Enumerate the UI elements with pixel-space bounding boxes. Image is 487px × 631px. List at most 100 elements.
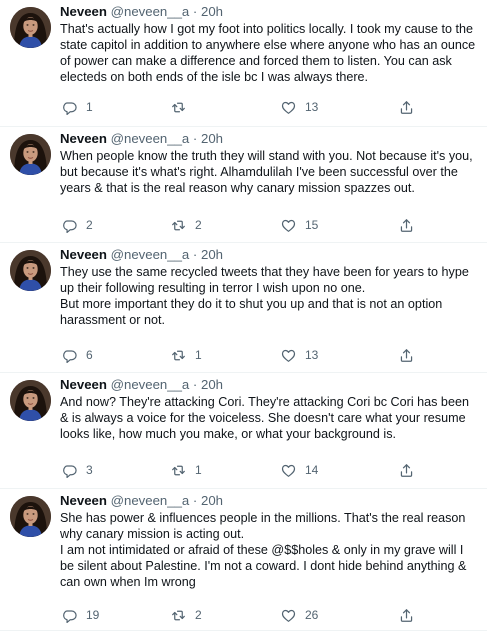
separator-dot: ·: [189, 4, 201, 19]
retweets-count: 2: [195, 607, 202, 622]
like-icon: [281, 218, 296, 233]
like-button[interactable]: 13: [281, 346, 318, 364]
tweet-body: Neveen @neveen__a · 20h She has power & i…: [60, 489, 479, 623]
tweet-actions: 2 2 15: [60, 216, 480, 234]
avatar[interactable]: [10, 380, 51, 421]
reply-icon: [62, 218, 77, 233]
tweet-actions: 1 13: [60, 98, 480, 116]
tweet[interactable]: Neveen @neveen__a · 20h They use the same…: [0, 243, 487, 373]
retweet-icon: [171, 348, 186, 363]
tweet-body: Neveen @neveen__a · 20h When people know …: [60, 127, 479, 233]
tweet-timestamp[interactable]: 20h: [201, 493, 223, 508]
tweet-actions: 19 2 26: [60, 606, 480, 624]
tweet-text: When people know the truth they will sta…: [60, 148, 479, 196]
reply-button[interactable]: 19: [62, 606, 99, 624]
reply-button[interactable]: 1: [62, 98, 93, 116]
like-button[interactable]: 26: [281, 606, 318, 624]
avatar[interactable]: [10, 134, 51, 175]
share-icon: [399, 100, 414, 115]
like-button[interactable]: 13: [281, 98, 318, 116]
retweet-button[interactable]: 2: [171, 606, 202, 624]
reply-button[interactable]: 6: [62, 346, 93, 364]
author-name[interactable]: Neveen: [60, 493, 107, 508]
replies-count: 3: [86, 462, 93, 477]
share-icon: [399, 463, 414, 478]
share-icon: [399, 218, 414, 233]
tweet-text-line: She has power & influences people in the…: [60, 511, 466, 542]
tweet-text: And now? They're attacking Cori. They're…: [60, 394, 479, 442]
like-icon: [281, 348, 296, 363]
avatar[interactable]: [10, 7, 51, 48]
retweets-count: 1: [195, 347, 202, 362]
tweet-timestamp[interactable]: 20h: [201, 247, 223, 262]
tweet[interactable]: Neveen @neveen__a · 20h That's actually h…: [0, 0, 487, 127]
share-button[interactable]: [399, 606, 414, 624]
share-button[interactable]: [399, 98, 414, 116]
tweet-timestamp[interactable]: 20h: [201, 4, 223, 19]
tweet-text-line: That's actually how I got my foot into p…: [60, 22, 476, 85]
author-name[interactable]: Neveen: [60, 377, 107, 392]
author-handle[interactable]: @neveen__a: [111, 377, 190, 392]
separator-dot: ·: [189, 377, 201, 392]
tweet-text-line: When people know the truth they will sta…: [60, 149, 473, 196]
tweet[interactable]: Neveen @neveen__a · 20h When people know …: [0, 127, 487, 243]
likes-count: 26: [305, 607, 319, 622]
separator-dot: ·: [189, 131, 201, 146]
retweets-count: 2: [195, 217, 202, 232]
retweet-icon: [171, 100, 186, 115]
tweet-text: They use the same recycled tweets that t…: [60, 264, 479, 328]
tweet-text: That's actually how I got my foot into p…: [60, 21, 479, 85]
likes-count: 13: [305, 99, 319, 114]
author-name[interactable]: Neveen: [60, 247, 107, 262]
avatar[interactable]: [10, 250, 51, 291]
share-icon: [399, 348, 414, 363]
tweet-text: She has power & influences people in the…: [60, 510, 479, 590]
tweet-header: Neveen @neveen__a · 20h: [60, 131, 479, 147]
retweet-button[interactable]: 1: [171, 346, 202, 364]
author-handle[interactable]: @neveen__a: [111, 4, 190, 19]
reply-icon: [62, 100, 77, 115]
tweet-body: Neveen @neveen__a · 20h That's actually h…: [60, 0, 479, 115]
separator-dot: ·: [189, 493, 201, 508]
tweet-actions: 3 1 14: [60, 461, 480, 479]
like-icon: [281, 463, 296, 478]
reply-icon: [62, 463, 77, 478]
share-button[interactable]: [399, 461, 414, 479]
reply-icon: [62, 608, 77, 623]
share-button[interactable]: [399, 216, 414, 234]
author-name[interactable]: Neveen: [60, 4, 107, 19]
tweet-body: Neveen @neveen__a · 20h They use the same…: [60, 243, 479, 363]
tweet-header: Neveen @neveen__a · 20h: [60, 493, 479, 509]
replies-count: 19: [86, 607, 100, 622]
tweet-actions: 6 1 13: [60, 346, 480, 364]
like-button[interactable]: 14: [281, 461, 318, 479]
retweet-icon: [171, 218, 186, 233]
reply-button[interactable]: 3: [62, 461, 93, 479]
tweet-timestamp[interactable]: 20h: [201, 377, 223, 392]
retweets-count: 1: [195, 462, 202, 477]
author-handle[interactable]: @neveen__a: [111, 131, 190, 146]
tweet[interactable]: Neveen @neveen__a · 20h She has power & i…: [0, 489, 487, 631]
tweet-header: Neveen @neveen__a · 20h: [60, 247, 479, 263]
tweet-header: Neveen @neveen__a · 20h: [60, 377, 479, 393]
likes-count: 14: [305, 462, 319, 477]
likes-count: 13: [305, 347, 319, 362]
share-button[interactable]: [399, 346, 414, 364]
reply-icon: [62, 348, 77, 363]
author-name[interactable]: Neveen: [60, 131, 107, 146]
like-button[interactable]: 15: [281, 216, 318, 234]
replies-count: 2: [86, 217, 93, 232]
tweet-header: Neveen @neveen__a · 20h: [60, 4, 479, 20]
retweet-button[interactable]: 1: [171, 461, 202, 479]
author-handle[interactable]: @neveen__a: [111, 247, 190, 262]
reply-button[interactable]: 2: [62, 216, 93, 234]
avatar[interactable]: [10, 496, 51, 537]
retweet-button[interactable]: [171, 98, 195, 116]
author-handle[interactable]: @neveen__a: [111, 493, 190, 508]
tweet-body: Neveen @neveen__a · 20h And now? They're …: [60, 373, 479, 478]
tweet[interactable]: Neveen @neveen__a · 20h And now? They're …: [0, 373, 487, 489]
retweet-icon: [171, 608, 186, 623]
tweet-timestamp[interactable]: 20h: [201, 131, 223, 146]
replies-count: 6: [86, 347, 93, 362]
retweet-button[interactable]: 2: [171, 216, 202, 234]
